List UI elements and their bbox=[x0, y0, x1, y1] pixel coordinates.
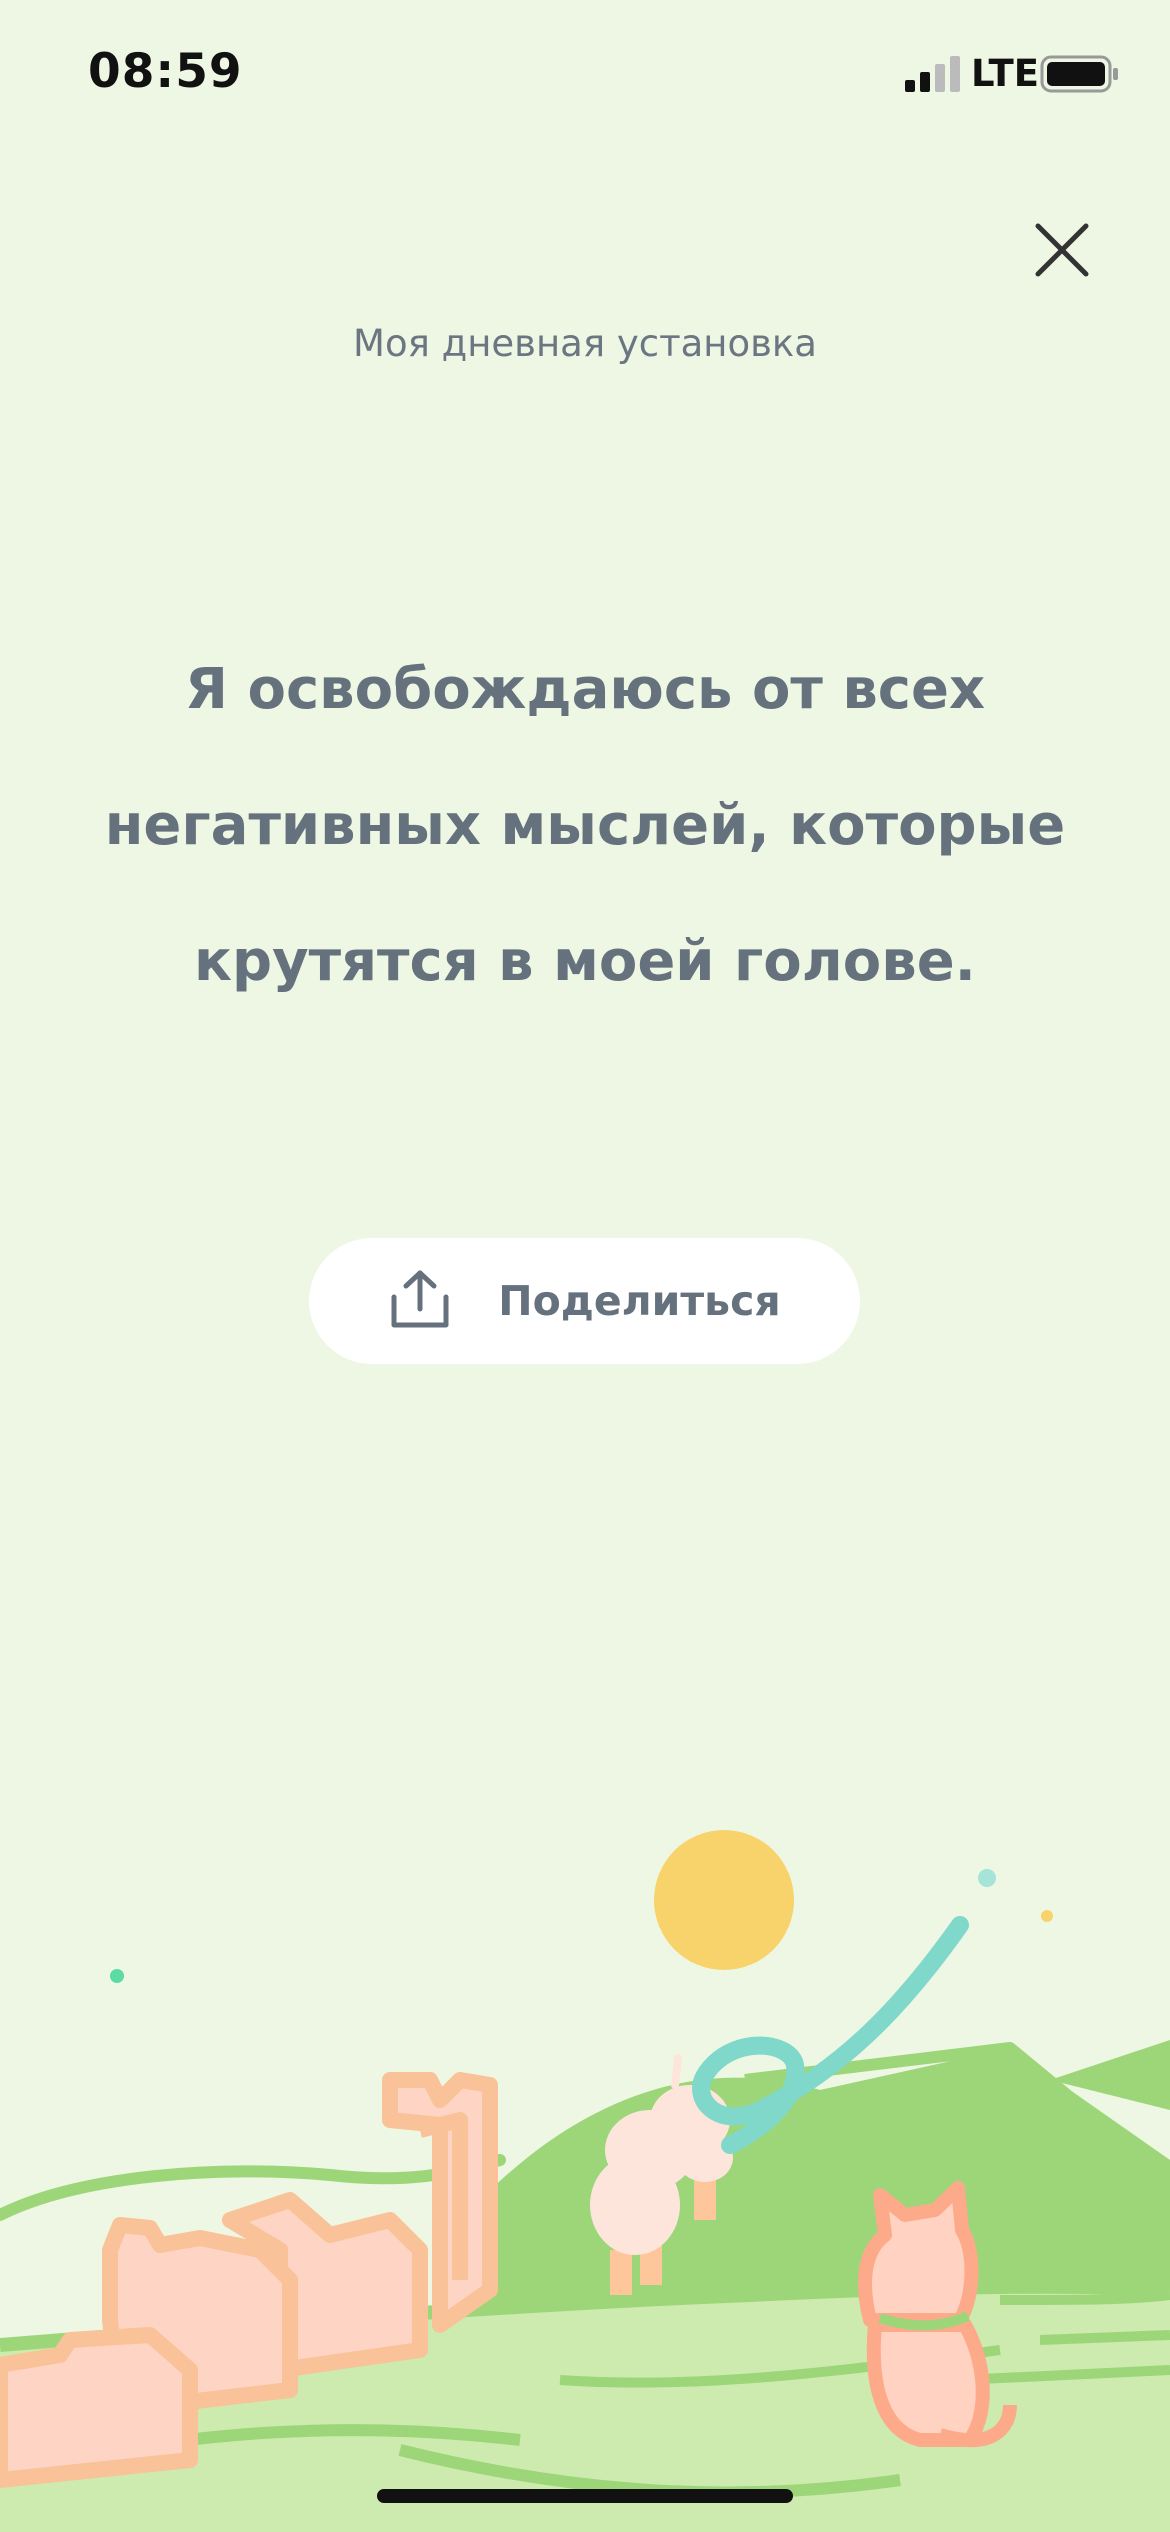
affirmation-text: Я освобождаюсь от всех негативных мыслей… bbox=[104, 657, 1066, 994]
page-subtitle: Моя дневная установка bbox=[353, 322, 817, 365]
network-label: LTE bbox=[971, 52, 1039, 95]
share-label: Поделиться bbox=[498, 1277, 781, 1325]
close-icon bbox=[1035, 223, 1089, 277]
landscape-illustration bbox=[0, 1830, 1170, 2532]
status-time: 08:59 bbox=[88, 44, 243, 99]
cellular-signal-icon bbox=[905, 56, 960, 92]
home-indicator[interactable] bbox=[377, 2489, 793, 2503]
share-button[interactable]: Поделиться bbox=[309, 1238, 860, 1364]
status-bar: 08:59 LTE bbox=[0, 0, 1170, 150]
sun bbox=[654, 1830, 794, 1970]
close-button[interactable] bbox=[1030, 218, 1094, 282]
battery-icon bbox=[1040, 55, 1118, 93]
share-icon bbox=[391, 1270, 449, 1328]
